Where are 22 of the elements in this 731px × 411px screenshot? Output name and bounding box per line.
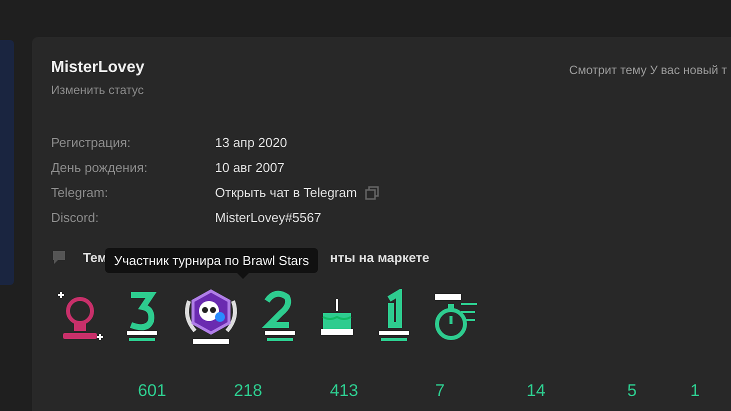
stat-count: 1 [689,381,701,401]
stat-count: 601 [136,381,168,401]
username: MisterLovey [51,59,144,77]
change-status-link[interactable]: Изменить статус [51,83,144,97]
tooltip: Участник турнира по Brawl Stars [105,248,318,273]
copy-icon[interactable] [364,186,379,200]
stat-count: 218 [232,381,264,401]
info-value: 10 авг 2007 [215,160,284,175]
stat-count: 413 [328,381,360,401]
stat-count: 5 [626,381,638,401]
activity-text: Смотрит тему У вас новый т [569,63,727,79]
info-value: 13 апр 2020 [215,135,288,150]
info-label: Telegram: [51,185,110,200]
info-label: Discord: [51,210,100,225]
chat-bubble-icon [51,249,67,265]
stat-count: 14 [526,381,546,401]
telegram-link[interactable]: Открыть чат в Telegram [215,185,357,200]
stat-count: 7 [434,381,446,401]
info-value: MisterLovey#5567 [215,210,322,225]
market-accounts-link[interactable]: нты на маркете [330,250,430,264]
info-label: Регистрация: [51,135,132,150]
info-label: День рождения: [51,160,149,175]
